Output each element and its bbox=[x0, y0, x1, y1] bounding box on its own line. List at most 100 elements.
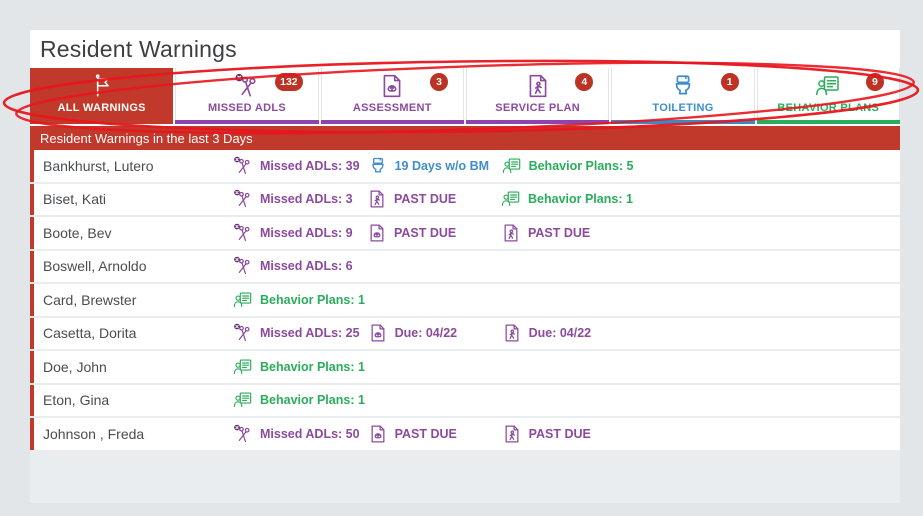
resident-name: Bankhurst, Lutero bbox=[43, 158, 233, 174]
resident-name: Johnson , Freda bbox=[43, 426, 233, 442]
tab-underline bbox=[175, 120, 318, 124]
warning-item-missed-adls[interactable]: Missed ADLs: 3 bbox=[233, 189, 367, 209]
warning-items: Missed ADLs: 9 PAST DUE PAST DUE bbox=[233, 223, 900, 243]
tab-service-plan[interactable]: 4 SERVICE PLAN bbox=[466, 68, 609, 124]
warning-item-missed-adls[interactable]: Missed ADLs: 25 bbox=[233, 323, 368, 343]
warning-items: Missed ADLs: 39 19 Days w/o BM Behavior Pl… bbox=[233, 156, 900, 176]
service-plan-document-icon bbox=[525, 73, 551, 99]
table-row[interactable]: Johnson , FredaMissed ADLs: 50 PAST DUE PA… bbox=[30, 418, 900, 450]
warning-item-behavior-plans[interactable]: Behavior Plans: 1 bbox=[233, 357, 373, 377]
warning-text: Due: 04/22 bbox=[395, 326, 458, 340]
resident-name: Biset, Kati bbox=[43, 191, 233, 207]
toilet-icon bbox=[368, 156, 388, 176]
warning-item-behavior-plans[interactable]: Behavior Plans: 1 bbox=[501, 189, 641, 209]
service-plan-document-icon bbox=[502, 424, 522, 444]
table-header-band: Resident Warnings in the last 3 Days bbox=[30, 126, 900, 150]
table-row[interactable]: Boote, Bev Missed ADLs: 9 PAST DUE PAST DUE bbox=[30, 217, 900, 249]
warning-text: PAST DUE bbox=[394, 226, 456, 240]
tab-toileting[interactable]: 1 TOILETING bbox=[611, 68, 754, 124]
table-row[interactable]: Doe, JohnBehavior Plans: 1 bbox=[30, 351, 900, 383]
warning-item-service-plan[interactable]: PAST DUE bbox=[502, 424, 636, 444]
warning-item-assessment[interactable]: PAST DUE bbox=[367, 223, 501, 243]
table-row[interactable]: Biset, Kati Missed ADLs: 3 PAST DUE Behavio… bbox=[30, 184, 900, 216]
warning-text: Missed ADLs: 6 bbox=[260, 259, 353, 273]
table-row[interactable]: Eton, GinaBehavior Plans: 1 bbox=[30, 385, 900, 417]
warning-text: PAST DUE bbox=[529, 427, 591, 441]
toilet-icon bbox=[670, 73, 696, 99]
warning-item-missed-adls[interactable]: Missed ADLs: 9 bbox=[233, 223, 367, 243]
warning-item-service-plan[interactable]: Due: 04/22 bbox=[502, 323, 636, 343]
tab-assessment[interactable]: 3ASSESSMENT bbox=[321, 68, 464, 124]
tab-underline bbox=[30, 120, 173, 124]
tab-missed-adls[interactable]: 132MISSED ADLS bbox=[175, 68, 318, 124]
warning-text: Behavior Plans: 1 bbox=[260, 360, 365, 374]
warning-item-toileting[interactable]: 19 Days w/o BM bbox=[368, 156, 502, 176]
warning-text: Missed ADLs: 39 bbox=[260, 159, 360, 173]
warning-text: Behavior Plans: 1 bbox=[260, 293, 365, 307]
warning-item-assessment[interactable]: PAST DUE bbox=[368, 424, 502, 444]
table-row[interactable]: Boswell, ArnoldoMissed ADLs: 6 bbox=[30, 251, 900, 283]
resident-warnings-panel: Resident Warnings ALL WARNINGS 132MISSED … bbox=[30, 30, 900, 503]
missed-adls-scissors-icon bbox=[233, 424, 253, 444]
warning-text: Missed ADLs: 3 bbox=[260, 192, 353, 206]
tab-label: SERVICE PLAN bbox=[495, 102, 580, 114]
warning-text: Behavior Plans: 1 bbox=[528, 192, 633, 206]
service-plan-document-icon bbox=[367, 189, 387, 209]
tab-underline bbox=[757, 120, 900, 124]
behavior-plans-icon bbox=[233, 390, 253, 410]
missed-adls-scissors-icon bbox=[233, 156, 253, 176]
tab-label: TOILETING bbox=[652, 102, 713, 114]
tab-label: ALL WARNINGS bbox=[57, 102, 145, 114]
table-row[interactable]: Card, Brewster Behavior Plans: 1 bbox=[30, 284, 900, 316]
warning-text: Missed ADLs: 25 bbox=[260, 326, 360, 340]
tab-badge-count: 3 bbox=[430, 73, 448, 91]
tab-badge-count: 132 bbox=[275, 73, 303, 91]
service-plan-document-icon bbox=[502, 323, 522, 343]
missed-adls-scissors-icon bbox=[234, 73, 260, 99]
warning-item-behavior-plans[interactable]: Behavior Plans: 1 bbox=[233, 290, 373, 310]
warning-item-service-plan[interactable]: PAST DUE bbox=[501, 223, 635, 243]
tab-badge-count: 9 bbox=[866, 73, 884, 91]
warning-items: Missed ADLs: 25 Due: 04/22 Due: 04/22 bbox=[233, 323, 900, 343]
tab-label: BEHAVIOR PLANS bbox=[777, 102, 879, 114]
warning-items: Behavior Plans: 1 bbox=[233, 390, 900, 410]
resident-warnings-table: Bankhurst, Lutero Missed ADLs: 39 19 Days … bbox=[30, 150, 900, 452]
page-title: Resident Warnings bbox=[40, 36, 237, 63]
behavior-plans-icon bbox=[233, 357, 253, 377]
tab-badge-count: 1 bbox=[721, 73, 739, 91]
behavior-plans-icon bbox=[233, 290, 253, 310]
warning-text: PAST DUE bbox=[395, 427, 457, 441]
warning-items: Behavior Plans: 1 bbox=[233, 290, 900, 310]
flag-icon bbox=[89, 73, 115, 99]
warning-items: Missed ADLs: 50 PAST DUE PAST DUE bbox=[233, 424, 900, 444]
behavior-plans-icon bbox=[502, 156, 522, 176]
warning-text: PAST DUE bbox=[528, 226, 590, 240]
warning-item-missed-adls[interactable]: Missed ADLs: 39 bbox=[233, 156, 368, 176]
assessment-document-icon bbox=[368, 424, 388, 444]
table-row[interactable]: Bankhurst, Lutero Missed ADLs: 39 19 Days … bbox=[30, 150, 900, 182]
service-plan-document-icon bbox=[501, 223, 521, 243]
resident-name: Boote, Bev bbox=[43, 225, 233, 241]
warning-items: Behavior Plans: 1 bbox=[233, 357, 900, 377]
tab-behavior-plans[interactable]: 9 BEHAVIOR PLANS bbox=[757, 68, 900, 124]
tab-all-warnings[interactable]: ALL WARNINGS bbox=[30, 68, 173, 124]
warning-item-service-plan[interactable]: PAST DUE bbox=[367, 189, 501, 209]
warning-item-missed-adls[interactable]: Missed ADLs: 50 bbox=[233, 424, 368, 444]
warning-item-behavior-plans[interactable]: Behavior Plans: 1 bbox=[233, 390, 373, 410]
table-header-label: Resident Warnings in the last 3 Days bbox=[40, 131, 253, 146]
warning-item-behavior-plans[interactable]: Behavior Plans: 5 bbox=[502, 156, 642, 176]
warning-item-assessment[interactable]: Due: 04/22 bbox=[368, 323, 502, 343]
tab-underline bbox=[466, 120, 609, 124]
table-row[interactable]: Casetta, DoritaMissed ADLs: 25Due: 04/22… bbox=[30, 318, 900, 350]
assessment-document-icon bbox=[379, 73, 405, 99]
warning-text: Missed ADLs: 9 bbox=[260, 226, 353, 240]
tab-badge-count: 4 bbox=[575, 73, 593, 91]
warning-text: Due: 04/22 bbox=[529, 326, 592, 340]
warning-text: Behavior Plans: 1 bbox=[260, 393, 365, 407]
missed-adls-scissors-icon bbox=[233, 256, 253, 276]
resident-name: Card, Brewster bbox=[43, 292, 233, 308]
missed-adls-scissors-icon bbox=[233, 223, 253, 243]
warning-items: Missed ADLs: 3 PAST DUE Behavior Plans: 1 bbox=[233, 189, 900, 209]
warning-text: Behavior Plans: 5 bbox=[529, 159, 634, 173]
warning-item-missed-adls[interactable]: Missed ADLs: 6 bbox=[233, 256, 367, 276]
